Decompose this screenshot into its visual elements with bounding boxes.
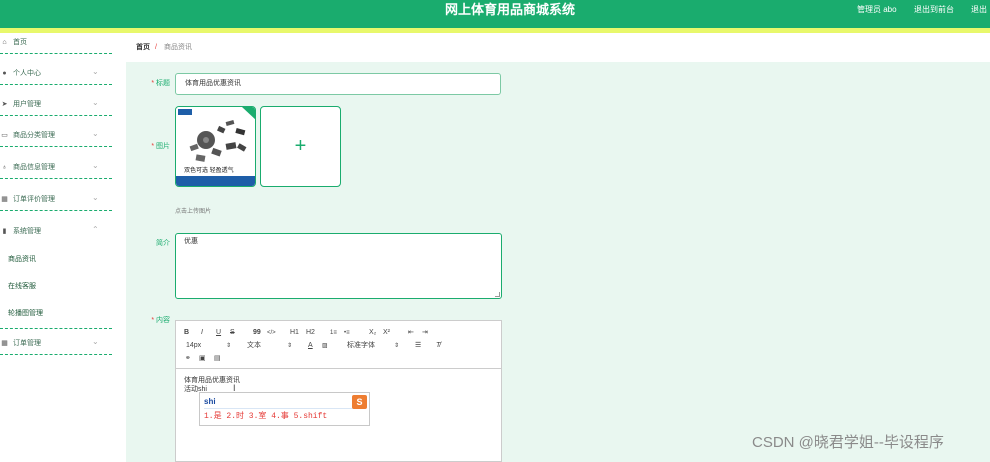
ime-candidate-list[interactable]: 1.是 2.时 3.室 4.事 5.shift bbox=[204, 412, 327, 421]
header1-button[interactable]: H1 bbox=[290, 328, 299, 338]
header-accent-strip bbox=[0, 28, 990, 33]
sidebar-item-label: 个人中心 bbox=[13, 70, 41, 77]
superscript-button[interactable]: X² bbox=[383, 328, 390, 338]
sidebar-item-system-management[interactable]: ▮ 系统管理 ⌃ bbox=[0, 222, 112, 243]
title-label: * 标题 bbox=[151, 80, 170, 87]
folder-icon: ▭ bbox=[1, 132, 8, 139]
sidebar: ⌂ 首页 ● 个人中心 ⌄ ➤ 用户管理 ⌄ ▭ 商品分类管理 ⌄ ♁ 商品信息… bbox=[0, 33, 112, 462]
chevron-down-icon: ⌄ bbox=[92, 129, 99, 138]
header2-button[interactable]: H2 bbox=[306, 328, 315, 338]
sidebar-item-label: 订单评价管理 bbox=[13, 196, 55, 203]
italic-button[interactable]: I bbox=[201, 328, 203, 338]
sidebar-item-product-management[interactable]: ♁ 商品信息管理 ⌄ bbox=[0, 158, 112, 179]
intro-text: 优惠 bbox=[184, 238, 198, 245]
submenu-item-product-news[interactable]: 商品资讯 bbox=[8, 255, 36, 265]
font-size-select[interactable]: 14px bbox=[186, 341, 201, 351]
video-icon[interactable]: ▤ bbox=[214, 354, 221, 364]
chart-icon: ▮ bbox=[2, 228, 7, 235]
sidebar-item-label: 用户管理 bbox=[13, 101, 41, 108]
text-color-icon[interactable]: A bbox=[308, 341, 313, 351]
editor-toolbar: B I U S 99 </> H1 H2 1≡ •≡ X₂ X² ⇤ ⇥ 14p… bbox=[176, 321, 501, 369]
uploaded-image-thumbnail[interactable]: 双色可选 轻盈透气 bbox=[175, 106, 256, 187]
sidebar-item-user-management[interactable]: ➤ 用户管理 ⌄ bbox=[0, 95, 112, 116]
sidebar-item-label: 商品分类管理 bbox=[13, 132, 55, 139]
sidebar-item-label: 商品信息管理 bbox=[13, 164, 55, 171]
font-family-select[interactable]: 标准字体 bbox=[347, 341, 375, 351]
text-style-select[interactable]: 文本 bbox=[247, 341, 261, 351]
chevron-down-icon: ⌄ bbox=[92, 193, 99, 202]
logout-link[interactable]: 退出 bbox=[971, 4, 987, 16]
breadcrumb-home[interactable]: 首页 bbox=[136, 43, 150, 53]
grid-icon: ▦ bbox=[1, 340, 8, 347]
admin-label: 管理员 abo bbox=[857, 5, 897, 14]
app-title: 网上体育用品商城系统 bbox=[444, 2, 575, 17]
underline-button[interactable]: U bbox=[216, 328, 221, 338]
user-icon: ● bbox=[2, 70, 7, 77]
exit-to-front-link[interactable]: 退出到前台 bbox=[914, 4, 954, 16]
submenu-item-carousel-management[interactable]: 轮播图管理 bbox=[8, 309, 43, 319]
divider bbox=[0, 328, 112, 329]
sidebar-item-label: 系统管理 bbox=[13, 228, 41, 235]
image-label: * 图片 bbox=[151, 143, 170, 150]
top-header-bar: 网上体育用品商城系统 管理员 abo 退出到前台 退出 bbox=[0, 0, 990, 28]
breadcrumb-separator: / bbox=[155, 44, 157, 51]
image-upload-button[interactable]: + bbox=[260, 106, 341, 187]
resize-grip-icon[interactable] bbox=[495, 292, 500, 297]
breadcrumb: 首页 / 商品资讯 bbox=[126, 35, 990, 60]
clear-format-icon[interactable]: T̸ bbox=[436, 341, 440, 351]
ordered-list-button[interactable]: 1≡ bbox=[330, 328, 337, 338]
bullet-list-button[interactable]: •≡ bbox=[344, 328, 350, 338]
content-label: * 内容 bbox=[151, 317, 170, 324]
mic-icon: ♁ bbox=[1, 164, 8, 171]
link-icon[interactable]: ⚭ bbox=[185, 354, 191, 364]
sidebar-item-review-management[interactable]: ▦ 订单评价管理 ⌄ bbox=[0, 190, 112, 211]
home-icon: ⌂ bbox=[2, 39, 7, 46]
intro-label: 简介 bbox=[156, 240, 170, 247]
rich-text-editor[interactable]: B I U S 99 </> H1 H2 1≡ •≡ X₂ X² ⇤ ⇥ 14p… bbox=[175, 320, 502, 462]
image-caption: 双色可选 轻盈透气 bbox=[184, 168, 234, 174]
chevron-down-icon: ⌄ bbox=[92, 161, 99, 170]
subscript-button[interactable]: X₂ bbox=[369, 328, 376, 338]
sidebar-item-personal-center[interactable]: ● 个人中心 ⌄ bbox=[0, 64, 112, 85]
chevron-updown-icon: ⇕ bbox=[394, 343, 400, 349]
background-color-icon[interactable]: ▨ bbox=[322, 341, 328, 351]
watermark: CSDN @晓君学姐--毕设程序 bbox=[752, 434, 944, 451]
upload-hint: 点击上传图片 bbox=[175, 209, 212, 215]
content-line: 体育用品优惠资讯 bbox=[184, 377, 240, 384]
outdent-button[interactable]: ⇤ bbox=[408, 328, 414, 338]
chevron-down-icon: ⌄ bbox=[92, 337, 99, 346]
sidebar-item-category-management[interactable]: ▭ 商品分类管理 ⌄ bbox=[0, 126, 112, 147]
chevron-updown-icon: ⇕ bbox=[287, 343, 293, 349]
submenu-item-online-service[interactable]: 在线客服 bbox=[8, 282, 36, 292]
bold-button[interactable]: B bbox=[184, 328, 189, 338]
title-input[interactable]: 体育用品优惠资讯 bbox=[175, 73, 501, 95]
chevron-down-icon: ⌄ bbox=[92, 67, 99, 76]
send-icon: ➤ bbox=[1, 101, 8, 108]
divider bbox=[204, 408, 354, 409]
strike-button[interactable]: S bbox=[230, 328, 235, 338]
chevron-up-icon: ⌃ bbox=[92, 225, 99, 234]
align-icon[interactable]: ☰ bbox=[415, 341, 421, 351]
sogou-logo-icon: S bbox=[352, 395, 367, 409]
sidebar-item-order-management[interactable]: ▦ 订单管理 ⌄ bbox=[0, 334, 112, 355]
chevron-updown-icon: ⇕ bbox=[226, 343, 232, 349]
chevron-down-icon: ⌄ bbox=[92, 98, 99, 107]
sidebar-item-label: 首页 bbox=[13, 39, 27, 46]
sidebar-item-home[interactable]: ⌂ 首页 bbox=[0, 33, 112, 54]
image-icon[interactable]: ▣ bbox=[199, 354, 206, 364]
ime-candidates[interactable]: 1.是 2.时 3.室 4.事 5.shift bbox=[204, 412, 327, 422]
intro-textarea[interactable]: 优惠 bbox=[175, 233, 502, 299]
sidebar-item-label: 订单管理 bbox=[13, 340, 41, 347]
ime-composition: shi bbox=[204, 397, 216, 406]
plus-icon: + bbox=[294, 135, 307, 157]
breadcrumb-current: 商品资讯 bbox=[164, 44, 192, 51]
grid-icon: ▦ bbox=[1, 196, 8, 203]
indent-button[interactable]: ⇥ bbox=[422, 328, 428, 338]
ime-candidate-popup[interactable]: shi 1.是 2.时 3.室 4.事 5.shift S bbox=[199, 392, 370, 426]
code-button[interactable]: </> bbox=[267, 328, 276, 338]
blockquote-button[interactable]: 99 bbox=[253, 328, 261, 338]
